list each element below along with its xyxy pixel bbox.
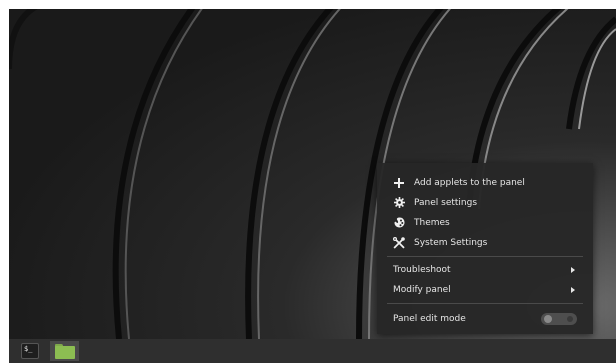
- plus-icon: [393, 177, 405, 189]
- themes-icon: [393, 217, 405, 229]
- menu-separator: [387, 256, 583, 257]
- terminal-icon: $_: [21, 343, 39, 359]
- menu-item-panel-settings[interactable]: Panel settings: [377, 193, 593, 212]
- screen: Add applets to the panel Panel settings: [0, 0, 616, 363]
- file-manager-launcher[interactable]: [50, 341, 79, 361]
- chevron-right-icon: [571, 266, 575, 273]
- menu-item-label: Modify panel: [393, 284, 451, 295]
- menu-item-modify-panel[interactable]: Modify panel: [377, 280, 593, 299]
- menu-item-label: Add applets to the panel: [414, 177, 525, 188]
- menu-item-themes[interactable]: Themes: [377, 213, 593, 232]
- tools-icon: [393, 236, 405, 249]
- panel-edit-mode-toggle[interactable]: [541, 312, 577, 325]
- menu-item-label: Panel settings: [414, 197, 478, 208]
- menu-item-label: Panel edit mode: [393, 313, 466, 324]
- menu-item-system-settings[interactable]: System Settings: [377, 233, 593, 252]
- menu-item-panel-edit-mode[interactable]: Panel edit mode: [377, 309, 593, 328]
- panel-context-menu: Add applets to the panel Panel settings: [377, 163, 593, 334]
- bottom-panel[interactable]: $_: [9, 339, 616, 363]
- toggle-off-indicator: [567, 315, 573, 322]
- menu-item-add-applets[interactable]: Add applets to the panel: [377, 173, 593, 192]
- chevron-right-icon: [571, 286, 575, 293]
- gear-icon: [393, 197, 405, 209]
- folder-icon: [54, 343, 75, 359]
- menu-item-label: Troubleshoot: [393, 264, 451, 275]
- terminal-launcher[interactable]: $_: [18, 341, 42, 361]
- menu-item-label: System Settings: [414, 237, 488, 248]
- menu-item-label: Themes: [414, 217, 450, 228]
- menu-item-troubleshoot[interactable]: Troubleshoot: [377, 260, 593, 279]
- toggle-knob: [544, 314, 552, 323]
- menu-separator: [387, 303, 583, 304]
- terminal-glyph: $_: [24, 345, 33, 353]
